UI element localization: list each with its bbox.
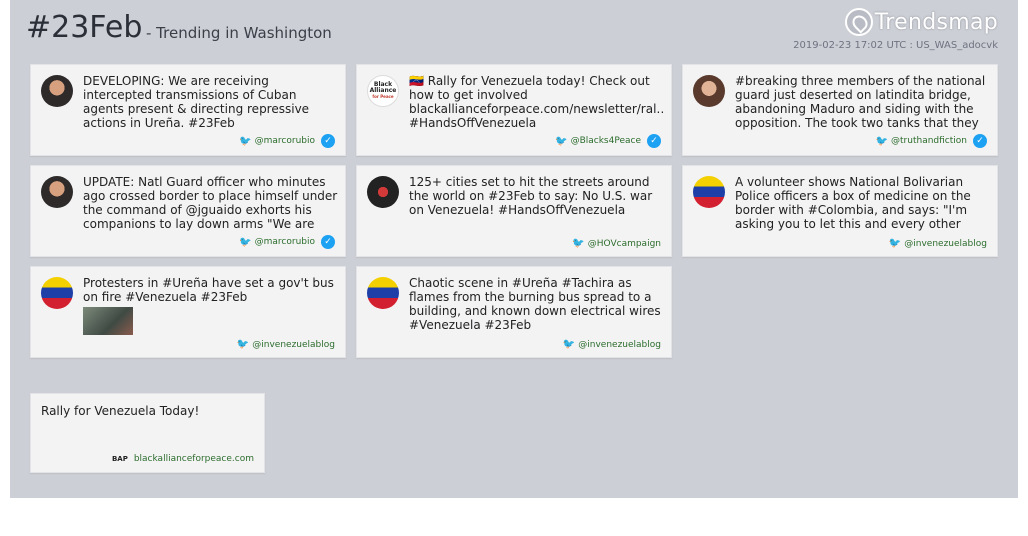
avatar[interactable]	[41, 277, 73, 309]
bap-logo-icon: BAP	[112, 455, 128, 463]
bap-badge-text: BAP	[111, 455, 128, 463]
verified-check-icon: ✓	[973, 134, 987, 148]
tweet-text: Protesters in #Ureña have set a gov't bu…	[83, 276, 334, 304]
twitter-bird-icon: 🐦	[555, 135, 568, 147]
trend-meta: 2019-02-23 17:02 UTC : US_WAS_adocvk	[793, 40, 998, 51]
trendsmap-logo-text: Trendsmap	[874, 9, 998, 35]
link-source[interactable]: BAP blackallianceforpeace.com	[112, 454, 254, 464]
tweet-card[interactable]: 125+ cities set to hit the streets aroun…	[356, 165, 672, 257]
verified-check-icon: ✓	[647, 134, 661, 148]
tweet-media-thumbnail[interactable]	[83, 307, 133, 335]
tweet-handle-text: @Blacks4Peace	[570, 136, 641, 146]
verified-check-icon: ✓	[321, 134, 335, 148]
tweet-handle-text: @HOVcampaign	[587, 238, 661, 249]
tweet-text: 🇻🇪 Rally for Venezuela today! Check out …	[409, 74, 665, 130]
tweet-handle[interactable]: 🐦 @Blacks4Peace ✓	[555, 134, 661, 148]
twitter-bird-icon: 🐦	[875, 135, 889, 147]
tweet-text: #breaking three members of the national …	[735, 74, 986, 130]
avatar[interactable]	[41, 176, 73, 208]
tweet-card[interactable]: Chaotic scene in #Ureña #Tachira as flam…	[356, 266, 672, 358]
twitter-bird-icon: 🐦	[562, 339, 576, 350]
avatar[interactable]	[367, 277, 399, 309]
tweet-card[interactable]: UPDATE: Natl Guard officer who minutes a…	[30, 165, 346, 257]
trend-hashtag: #23Feb	[26, 10, 143, 45]
link-card[interactable]: Rally for Venezuela Today! BAP blackalli…	[30, 393, 265, 473]
tweet-text: UPDATE: Natl Guard officer who minutes a…	[83, 175, 338, 231]
tweet-card[interactable]: Black Alliance for Peace 🇻🇪 Rally for Vene…	[356, 64, 672, 156]
tweet-handle[interactable]: 🐦 @marcorubio ✓	[239, 235, 335, 249]
tweet-text: 125+ cities set to hit the streets aroun…	[409, 175, 653, 217]
twitter-bird-icon: 🐦	[239, 236, 252, 248]
tweet-text: Chaotic scene in #Ureña #Tachira as flam…	[409, 276, 661, 332]
tweet-card[interactable]: Protesters in #Ureña have set a gov't bu…	[30, 266, 346, 358]
link-domain: blackallianceforpeace.com	[133, 454, 254, 464]
tweet-handle[interactable]: 🐦 @marcorubio ✓	[239, 134, 335, 148]
verified-check-icon: ✓	[321, 235, 335, 249]
avatar[interactable]	[693, 176, 725, 208]
link-title: Rally for Venezuela Today!	[41, 404, 200, 418]
tweet-handle[interactable]: 🐦 @invenezuelablog	[889, 238, 987, 249]
tweet-text: DEVELOPING: We are receiving intercepted…	[83, 74, 310, 130]
avatar[interactable]	[693, 75, 725, 107]
trend-location: - Trending in Washington	[146, 24, 332, 42]
tweet-text: A volunteer shows National Bolivarian Po…	[735, 175, 971, 231]
twitter-bird-icon: 🐦	[239, 135, 252, 147]
tweet-handle-text: @truthandfiction	[891, 136, 967, 146]
avatar[interactable]: Black Alliance for Peace	[367, 75, 399, 107]
avatar[interactable]	[367, 176, 399, 208]
tweet-handle[interactable]: 🐦 @HOVcampaign	[572, 238, 661, 249]
tweet-handle[interactable]: 🐦 @invenezuelablog	[563, 339, 661, 350]
twitter-bird-icon: 🐦	[888, 238, 902, 249]
tweet-card[interactable]: DEVELOPING: We are receiving intercepted…	[30, 64, 346, 156]
tweet-handle[interactable]: 🐦 @invenezuelablog	[237, 339, 335, 350]
tweet-handle-text: @invenezuelablog	[252, 339, 335, 350]
trend-panel: #23Feb - Trending in Washington Trendsma…	[10, 0, 1018, 498]
twitter-bird-icon: 🐦	[572, 238, 585, 249]
tweet-handle-text: @marcorubio	[254, 237, 315, 247]
tweet-handle[interactable]: 🐦 @truthandfiction ✓	[876, 134, 987, 148]
tweet-handle-text: @invenezuelablog	[904, 238, 987, 249]
tweet-handle-text: @invenezuelablog	[578, 339, 661, 350]
avatar[interactable]	[41, 75, 73, 107]
trendsmap-logo[interactable]: Trendsmap	[844, 6, 998, 38]
twitter-bird-icon: 🐦	[236, 339, 250, 350]
tweet-card[interactable]: #breaking three members of the national …	[682, 64, 998, 156]
trendsmap-logo-icon	[844, 8, 873, 36]
tweet-handle-text: @marcorubio	[254, 136, 315, 146]
tweet-card[interactable]: A volunteer shows National Bolivarian Po…	[682, 165, 998, 257]
